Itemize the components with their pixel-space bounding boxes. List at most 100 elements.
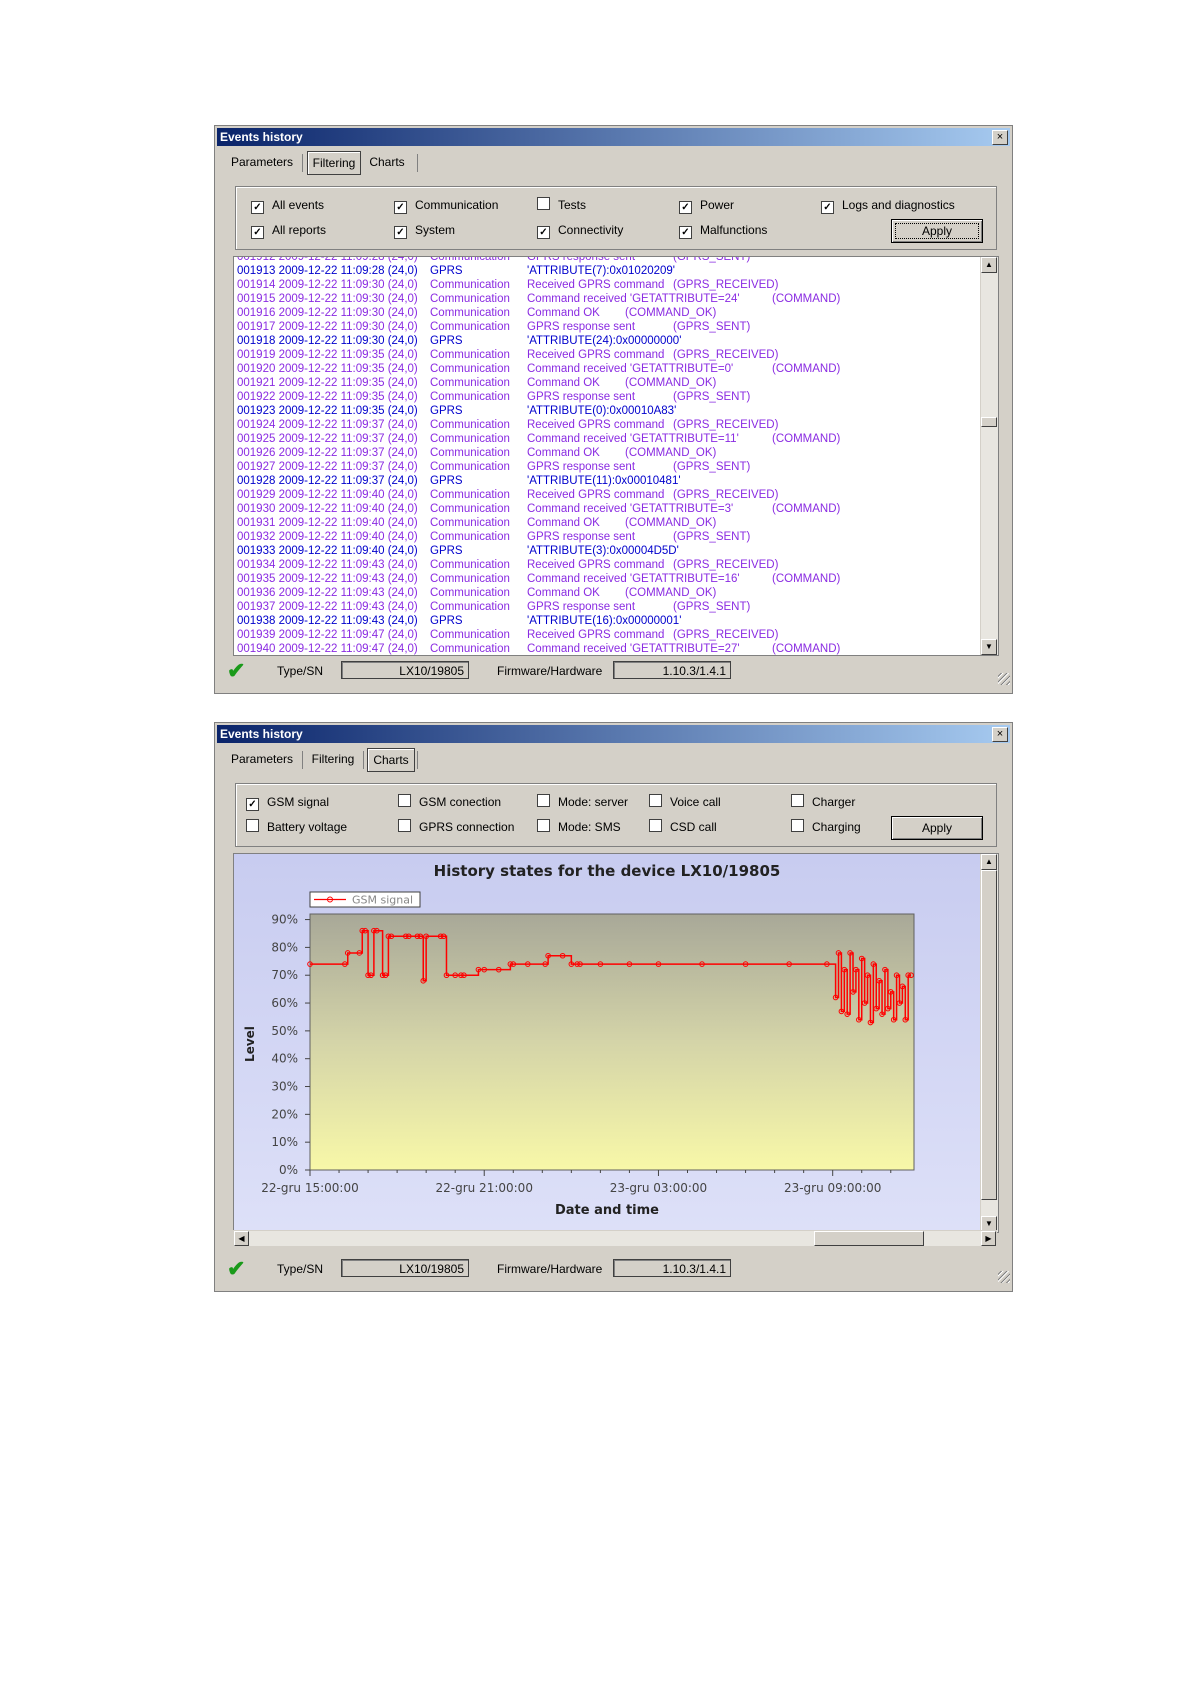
resize-grip-icon[interactable] [998,673,1010,685]
checkbox-icon: ✓ [251,226,264,239]
filter-all-events[interactable]: ✓ All events [251,197,324,214]
log-message: Command received 'GETATTRIBUTE=11' [527,433,739,445]
scroll-down-icon[interactable]: ▼ [981,639,997,655]
scroll-thumb[interactable] [981,870,997,1200]
tab-divider [302,154,303,172]
chart-horizontal-scrollbar[interactable]: ◀ ▶ [233,1230,997,1247]
checkbox-icon: ✓ [679,226,692,239]
log-code: (GPRS_RECEIVED) [673,559,779,571]
type-sn-field: LX10/19805 [341,1259,469,1277]
option-gsm-signal[interactable]: ✓ GSM signal [246,794,330,811]
option-charger[interactable]: Charger [791,794,855,810]
option-gprs-connection[interactable]: GPRS connection [398,819,514,835]
chart-vertical-scrollbar[interactable]: ▲ ▼ [980,854,998,1232]
checkbox-icon [537,794,550,807]
log-category: Communication [430,433,510,445]
log-message: 'ATTRIBUTE(7):0x01020209' [527,265,675,277]
y-tick-label: 70% [271,968,298,982]
close-icon[interactable]: × [992,130,1008,145]
type-sn-label: Type/SN [277,664,324,678]
log-message: Received GPRS command [527,629,665,641]
tab-charts[interactable]: Charts [363,151,411,173]
filter-label: All reports [272,223,327,237]
tab-divider [417,154,418,172]
log-category: Communication [430,503,510,515]
scroll-right-icon[interactable]: ▶ [981,1231,996,1246]
log-category: Communication [430,489,510,501]
filter-label: Malfunctions [700,223,768,237]
filter-logs-diagnostics[interactable]: ✓ Logs and diagnostics [821,197,955,214]
filter-connectivity[interactable]: ✓ Connectivity [537,222,624,239]
checkbox-icon [649,794,662,807]
filter-malfunctions[interactable]: ✓ Malfunctions [679,222,768,239]
tab-charts[interactable]: Charts [367,748,415,772]
tab-divider [302,751,303,769]
option-voice-call[interactable]: Voice call [649,794,721,810]
log-message: Received GPRS command [527,419,665,431]
log-message: Command received 'GETATTRIBUTE=3' [527,503,734,515]
apply-button[interactable]: Apply [891,816,983,840]
log-code: (GPRS_RECEIVED) [673,489,779,501]
log-id-time: 001933 2009-12-22 11:09:40 (24,0) [237,545,418,557]
option-charging[interactable]: Charging [791,819,861,835]
title-bar: Events history × [217,725,1010,743]
option-label: Charger [812,795,856,809]
tab-filtering[interactable]: Filtering [307,151,361,175]
apply-button[interactable]: Apply [891,219,983,243]
log-message: 'ATTRIBUTE(11):0x00010481' [527,475,681,487]
log-code: (GPRS_SENT) [673,461,751,473]
y-tick-label: 20% [271,1107,298,1121]
resize-grip-icon[interactable] [998,1271,1010,1283]
log-id-time: 001912 2009-12-22 11:09:28 (24,0) [237,256,418,263]
log-code: (GPRS_RECEIVED) [673,629,779,641]
scroll-thumb[interactable] [814,1231,924,1246]
y-tick-label: 30% [271,1080,298,1094]
tab-parameters[interactable]: Parameters [227,151,297,173]
vertical-scrollbar[interactable]: ▲ ▼ [980,257,998,655]
y-tick-label: 90% [271,913,298,927]
log-message: Received GPRS command [527,489,665,501]
log-category: Communication [430,461,510,473]
x-axis-label: Date and time [555,1203,659,1218]
status-bar: ✔ Type/SN LX10/19805 Firmware/Hardware 1… [215,660,1012,689]
filter-label: Tests [558,198,587,212]
filter-system[interactable]: ✓ System [394,222,455,239]
filter-power[interactable]: ✓ Power [679,197,734,214]
log-message: Command received 'GETATTRIBUTE=0' [527,363,734,375]
close-icon[interactable]: × [992,727,1008,742]
checkbox-icon: ✓ [821,201,834,214]
title-bar: Events history × [217,128,1010,146]
log-id-time: 001939 2009-12-22 11:09:47 (24,0) [237,629,418,641]
option-battery-voltage[interactable]: Battery voltage [246,819,347,835]
option-label: Voice call [670,795,721,809]
log-code: (GPRS_SENT) [673,601,751,613]
log-id-time: 001919 2009-12-22 11:09:35 (24,0) [237,349,418,361]
log-id-time: 001932 2009-12-22 11:09:40 (24,0) [237,531,418,543]
log-code: (COMMAND) [772,363,841,375]
checkbox-icon [537,819,550,832]
events-list[interactable]: 001912 2009-12-22 11:09:28 (24,0) Communi… [233,256,999,656]
option-mode-server[interactable]: Mode: server [537,794,628,810]
tab-parameters[interactable]: Parameters [227,748,297,770]
scroll-left-icon[interactable]: ◀ [234,1231,249,1246]
option-mode-sms[interactable]: Mode: SMS [537,819,621,835]
scroll-thumb[interactable] [981,417,997,427]
log-category: GPRS [430,335,463,347]
option-gsm-conection[interactable]: GSM conection [398,794,501,810]
filter-all-reports[interactable]: ✓ All reports [251,222,327,239]
log-message: GPRS response sent [527,461,636,473]
log-id-time: 001926 2009-12-22 11:09:37 (24,0) [237,447,418,459]
log-id-time: 001920 2009-12-22 11:09:35 (24,0) [237,363,418,375]
log-code: (COMMAND_OK) [625,587,717,599]
filter-label: Connectivity [558,223,624,237]
scroll-up-icon[interactable]: ▲ [981,854,997,870]
filter-communication[interactable]: ✓ Communication [394,197,498,214]
log-category: Communication [430,307,510,319]
log-id-time: 001924 2009-12-22 11:09:37 (24,0) [237,419,418,431]
option-label: GSM signal [267,795,330,809]
tab-filtering[interactable]: Filtering [307,748,359,770]
events-history-window-charts: Events history × Parameters Filtering Ch… [214,722,1013,1292]
scroll-up-icon[interactable]: ▲ [981,257,997,273]
option-csd-call[interactable]: CSD call [649,819,717,835]
filter-tests[interactable]: Tests [537,197,586,213]
